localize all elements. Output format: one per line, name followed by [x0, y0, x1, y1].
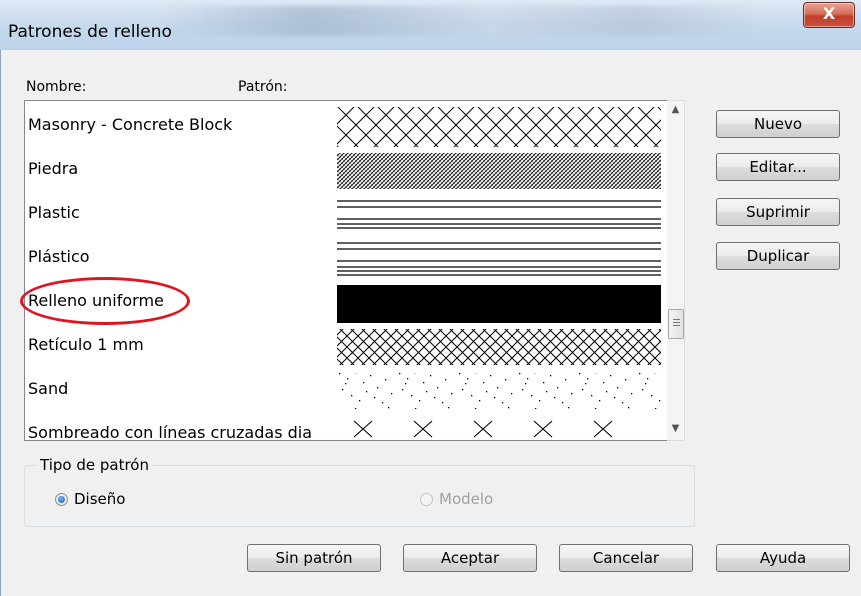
edit-button[interactable]: Editar... [716, 153, 840, 181]
list-item[interactable]: Sand [25, 369, 668, 413]
model-radio [420, 493, 433, 506]
list-item[interactable]: Plastic [25, 193, 668, 237]
pattern-name: Sand [28, 379, 69, 398]
model-radio-label: Modelo [439, 490, 494, 508]
scroll-down-arrow-icon[interactable]: ▼ [667, 420, 684, 437]
list-item[interactable]: Piedra [25, 149, 668, 193]
pattern-name: Sombreado con líneas cruzadas dia [28, 423, 313, 441]
list-scrollbar[interactable]: ▲ ▼ [667, 100, 685, 441]
name-column-header: Nombre: [26, 79, 87, 95]
pattern-list[interactable]: Masonry - Concrete Block Piedra Plastic [24, 100, 669, 441]
new-button[interactable]: Nuevo [716, 110, 840, 138]
list-item[interactable]: Plástico [25, 237, 668, 281]
duplicate-button[interactable]: Duplicar [716, 242, 840, 270]
pattern-name: Plástico [28, 247, 90, 266]
pattern-name: Retículo 1 mm [28, 335, 144, 354]
no-pattern-button[interactable]: Sin patrón [247, 544, 381, 572]
ok-button[interactable]: Aceptar [403, 544, 537, 572]
scrollbar-thumb[interactable] [668, 309, 684, 339]
pattern-preview-diamond-crosshatch-large [337, 107, 661, 147]
design-radio[interactable] [55, 493, 68, 506]
help-button[interactable]: Ayuda [716, 544, 850, 572]
pattern-preview-solid-fill [337, 285, 661, 323]
cancel-button[interactable]: Cancelar [559, 544, 693, 572]
list-item[interactable]: Masonry - Concrete Block [25, 105, 668, 149]
pattern-column-header: Patrón: [238, 79, 288, 95]
pattern-preview-sparse-x [353, 420, 613, 438]
highlight-ring [20, 277, 190, 325]
close-button[interactable]: X [803, 2, 855, 28]
radio-selected-dot [58, 496, 65, 503]
thumb-grip-line [673, 319, 680, 320]
design-radio-label[interactable]: Diseño [74, 490, 125, 508]
thumb-grip-line [673, 325, 680, 326]
pattern-preview-fine-crosshatch [337, 153, 661, 189]
thumb-grip-line [673, 322, 680, 323]
list-item[interactable]: Sombreado con líneas cruzadas dia [25, 413, 668, 441]
pattern-name: Piedra [28, 159, 79, 178]
window-title: Patrones de relleno [8, 22, 172, 42]
title-bar[interactable]: Patrones de relleno X [0, 0, 861, 50]
scroll-up-arrow-icon[interactable]: ▲ [667, 101, 684, 118]
pattern-type-label: Tipo de patrón [37, 456, 152, 474]
pattern-preview-diamond-crosshatch-small [337, 329, 661, 365]
pattern-name: Masonry - Concrete Block [28, 115, 233, 134]
background-window-blur [160, 6, 760, 36]
pattern-preview-grouped-horizontal-lines [337, 200, 661, 229]
pattern-name: Plastic [28, 203, 80, 222]
list-item[interactable]: Retículo 1 mm [25, 325, 668, 369]
delete-button[interactable]: Suprimir [716, 198, 840, 226]
pattern-preview-grouped-horizontal-lines [337, 242, 661, 276]
pattern-preview-dot-stipple [337, 373, 661, 409]
